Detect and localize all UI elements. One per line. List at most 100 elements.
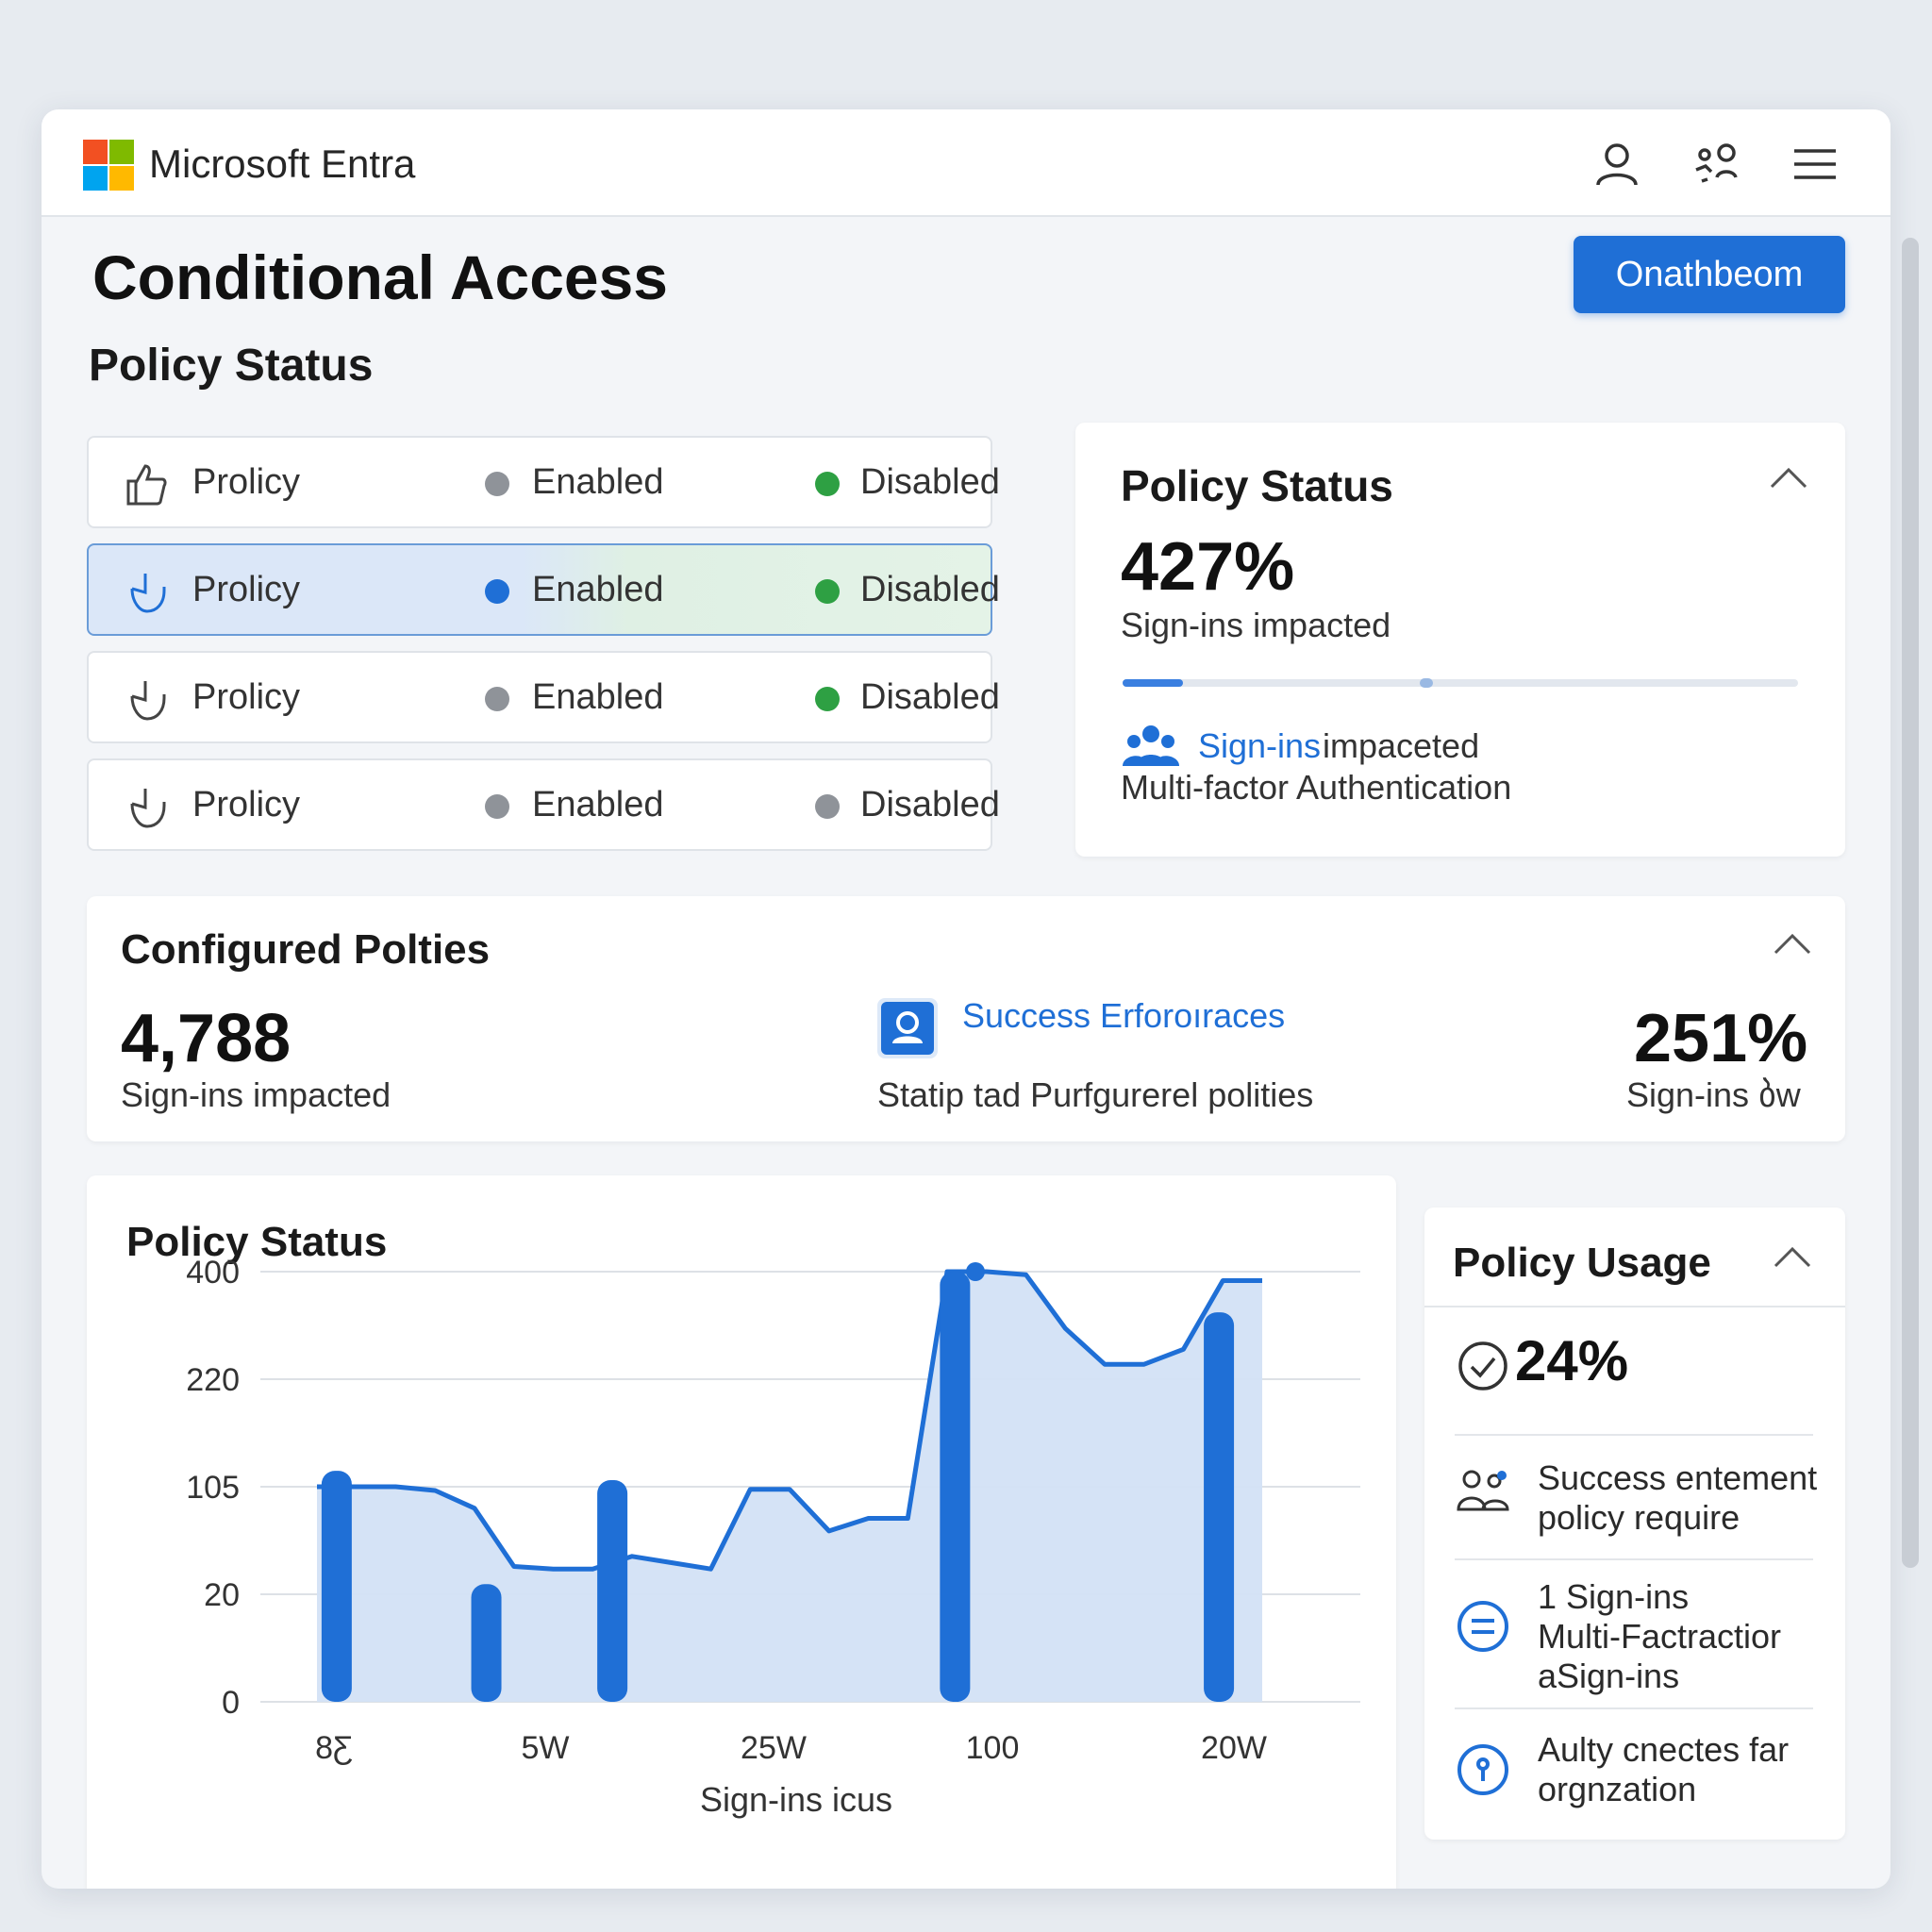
policy-label: Prolicy xyxy=(192,462,301,502)
x-axis-label: Sign-ins icus xyxy=(700,1780,892,1819)
configured-right-value: 251% xyxy=(1634,1001,1808,1076)
brand-name: Microsoft Entra xyxy=(149,142,416,186)
enabled-label: Enabled xyxy=(532,462,664,502)
x-tick-label: 25W xyxy=(741,1730,807,1766)
progress-marker xyxy=(1420,678,1434,688)
people-icon xyxy=(1455,1462,1511,1519)
status-dot xyxy=(485,579,509,604)
policy-row[interactable]: Prolicy Enabled Disabled xyxy=(87,758,1000,851)
policy-status-chart-card: Policy Status 400 220 105 20 0 8Ƹ 5W 25W 100 20W S… xyxy=(87,1175,1396,1889)
primary-action-button[interactable]: Onathbeom xyxy=(1574,236,1845,313)
y-tick-label: 0 xyxy=(222,1685,240,1721)
configured-middle-caption: Statip tad Purfgurerel polities xyxy=(877,1075,1314,1114)
hand-pointer-icon xyxy=(123,568,170,615)
success-enforcement-link[interactable]: Success Erforoıraces xyxy=(962,996,1285,1036)
disabled-label: Disabled xyxy=(860,462,1000,502)
card-title: Configured Polties xyxy=(121,926,491,973)
sign-ins-link[interactable]: Sign-ins xyxy=(1198,726,1321,766)
card-title: Policy Status xyxy=(1121,461,1393,510)
top-bar: Microsoft Entra xyxy=(42,109,1890,217)
configured-caption: Sign-ins impacted xyxy=(121,1075,391,1114)
usage-item-2: 1 Sign-ins Multi-Factractior aSign-ins xyxy=(1538,1577,1821,1696)
status-dot xyxy=(485,687,509,711)
enabled-label: Enabled xyxy=(532,677,664,717)
usage-item-line: policy require xyxy=(1538,1498,1740,1537)
divider xyxy=(1455,1434,1813,1436)
progress-bar xyxy=(1123,678,1798,688)
policy-status-chart: 400 220 105 20 0 8Ƹ 5W 25W 100 20W Sign-ins icus xyxy=(186,1255,1360,1819)
policy-status-card: Policy Status 427% Sign-ins impacted Sig… xyxy=(1075,423,1845,857)
progress-fill xyxy=(1123,679,1184,687)
chevron-up-icon[interactable] xyxy=(1768,464,1809,492)
y-tick-label: 220 xyxy=(186,1362,240,1398)
divider xyxy=(1424,1306,1845,1307)
menu-icon[interactable] xyxy=(1789,138,1841,191)
bar xyxy=(597,1480,628,1702)
status-caption: Sign-ins impacted xyxy=(1121,606,1391,644)
enabled-label: Enabled xyxy=(532,570,664,609)
vertical-scrollbar[interactable] xyxy=(1902,238,1919,1568)
usage-item-line: aSign-ins xyxy=(1538,1657,1680,1695)
policy-row[interactable]: Prolicy Enabled Disabled xyxy=(87,436,1000,528)
status-dot xyxy=(485,472,509,496)
microsoft-logo-icon xyxy=(83,140,134,191)
users-group-icon xyxy=(1123,723,1179,770)
people-settings-icon[interactable] xyxy=(1690,138,1743,191)
disabled-label: Disabled xyxy=(860,570,1000,609)
usage-item-line: Multi-Factractior xyxy=(1538,1617,1782,1656)
page-title: Conditional Access xyxy=(92,242,669,312)
usage-item-3: Aulty cnectes far orgnzation xyxy=(1538,1730,1821,1809)
user-badge-icon xyxy=(875,996,940,1060)
usage-item-line: orgnzation xyxy=(1538,1770,1697,1808)
y-tick-label: 400 xyxy=(186,1255,240,1291)
hand-pointer-icon xyxy=(123,675,170,723)
user-icon[interactable] xyxy=(1591,138,1643,191)
hand-pointer-icon xyxy=(123,783,170,830)
policy-usage-card: Policy Usage 24% Success entement policy… xyxy=(1424,1208,1845,1840)
bar xyxy=(321,1471,352,1702)
key-circle-icon xyxy=(1455,1741,1511,1798)
chevron-up-icon[interactable] xyxy=(1772,930,1813,958)
usage-item-line: 1 Sign-ins xyxy=(1538,1577,1690,1616)
usage-value: 24% xyxy=(1515,1329,1629,1392)
bar xyxy=(940,1272,971,1702)
status-value: 427% xyxy=(1121,529,1295,605)
data-point xyxy=(966,1262,985,1281)
list-circle-icon xyxy=(1455,1598,1511,1655)
usage-item-line: Aulty cnectes far xyxy=(1538,1730,1790,1769)
y-tick-label: 20 xyxy=(204,1577,240,1613)
configured-right-caption: Sign-ins ბw xyxy=(1626,1075,1801,1114)
bar xyxy=(1204,1312,1235,1702)
enabled-label: Enabled xyxy=(532,785,664,824)
x-tick-label: 100 xyxy=(966,1730,1020,1766)
hand-pointer-icon xyxy=(123,460,170,508)
policy-row[interactable]: Prolicy Enabled Disabled xyxy=(87,651,1000,743)
configured-value: 4,788 xyxy=(121,1001,291,1076)
disabled-label: Disabled xyxy=(860,677,1000,717)
divider xyxy=(1455,1707,1813,1709)
policy-label: Prolicy xyxy=(192,785,301,824)
y-tick-label: 105 xyxy=(186,1470,240,1506)
policy-label: Prolicy xyxy=(192,677,301,717)
x-tick-label: 8Ƹ xyxy=(315,1730,353,1766)
status-dot xyxy=(815,472,840,496)
status-dot xyxy=(815,794,840,819)
x-tick-label: 20W xyxy=(1201,1730,1267,1766)
configured-policies-card: Configured Polties 4,788 Sign-ins impact… xyxy=(87,896,1845,1141)
status-dot xyxy=(485,794,509,819)
section-title: Policy Status xyxy=(89,341,374,391)
link-suffix: impaceted xyxy=(1323,726,1480,765)
policy-label: Prolicy xyxy=(192,570,301,609)
status-dot xyxy=(815,579,840,604)
usage-item-line: Success entement xyxy=(1538,1458,1818,1497)
usage-item-1: Success entement policy require xyxy=(1538,1458,1821,1538)
disabled-label: Disabled xyxy=(860,785,1000,824)
chevron-up-icon[interactable] xyxy=(1772,1243,1813,1272)
check-circle-icon xyxy=(1455,1338,1511,1394)
card-title: Policy Usage xyxy=(1453,1240,1711,1286)
x-tick-label: 5W xyxy=(522,1730,570,1766)
app-window: Microsoft Entra Conditional Access Onath… xyxy=(42,109,1890,1889)
bar xyxy=(471,1584,502,1702)
divider xyxy=(1455,1558,1813,1560)
policy-row-selected[interactable]: Prolicy Enabled Disabled xyxy=(87,543,1000,636)
